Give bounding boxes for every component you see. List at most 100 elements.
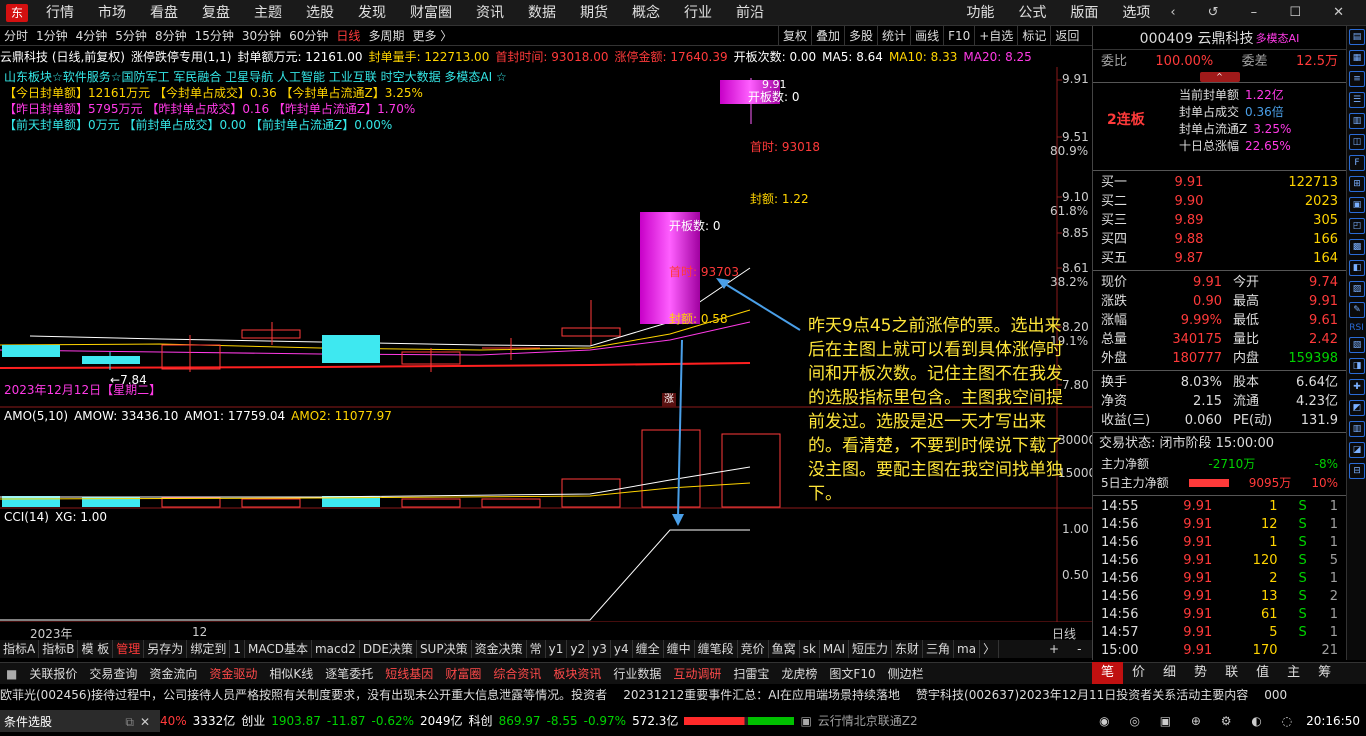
toolbar-button[interactable]: 标记 xyxy=(1017,26,1050,46)
period-tab[interactable]: 8分钟 xyxy=(151,26,191,46)
toolbar-button[interactable]: 画线 xyxy=(910,26,943,46)
function-button[interactable]: 互动调研 xyxy=(667,663,727,685)
indicator-tab[interactable]: 鱼窝 xyxy=(769,640,800,658)
toolbar-icon[interactable]: ✎ xyxy=(1349,302,1365,318)
indicator-tab[interactable]: 模 板 xyxy=(78,640,114,658)
indicator-tab[interactable]: 管理 xyxy=(113,640,145,658)
toolbar-icon[interactable]: ⊞ xyxy=(1349,176,1365,192)
close-icon[interactable]: ✕ xyxy=(140,710,150,734)
menu-item[interactable]: 发现 xyxy=(346,0,398,26)
indicator-tab[interactable]: DDE决策 xyxy=(360,640,417,658)
toolbar-icon[interactable]: ≡ xyxy=(1349,71,1365,87)
menu-item[interactable]: 资讯 xyxy=(464,0,516,26)
menu-item[interactable]: 行业 xyxy=(672,0,724,26)
period-tab[interactable]: 4分钟 xyxy=(72,26,112,46)
indicator-tab[interactable]: y2 xyxy=(567,640,590,658)
toolbar-icon[interactable]: ▥ xyxy=(1349,113,1365,129)
bid-row[interactable]: 买一 9.91 122713 xyxy=(1093,173,1346,192)
collapse-toggle[interactable]: ^ xyxy=(1093,72,1346,82)
toolbar-icon[interactable]: ◰ xyxy=(1349,218,1365,234)
indicator-tab[interactable]: 竞价 xyxy=(738,640,769,658)
menu-item[interactable]: 选项 xyxy=(1110,0,1162,26)
menu-item[interactable]: 功能 xyxy=(954,0,1006,26)
quote-tab[interactable]: 联 xyxy=(1216,662,1247,684)
toolbar-icon[interactable]: ⊟ xyxy=(1349,463,1365,479)
indicator-name[interactable]: 涨停跌停专用(1,1) xyxy=(131,47,231,67)
toolbar-icon[interactable]: ◨ xyxy=(1349,358,1365,374)
menu-item[interactable]: 看盘 xyxy=(138,0,190,26)
quote-tab[interactable]: 主 xyxy=(1278,662,1309,684)
toolbar-icon[interactable]: ▣ xyxy=(1349,197,1365,213)
toolbar-icon[interactable]: F xyxy=(1349,155,1365,171)
tick-list[interactable]: 14:55 9.91 1 S 1 14:56 9.91 12 S 1 14:56 9.91 1 S 1 14:… xyxy=(1093,496,1346,662)
remove-tab-icon[interactable]: - xyxy=(1068,640,1090,658)
toolbar-button[interactable]: 返回 xyxy=(1050,26,1083,46)
bid-row[interactable]: 买三 9.89 305 xyxy=(1093,211,1346,230)
stock-tag[interactable]: 多模态AI xyxy=(1256,30,1300,46)
indicator-tab[interactable]: 缠中 xyxy=(664,640,695,658)
menu-item[interactable]: 复盘 xyxy=(190,0,242,26)
menu-item[interactable]: 财富圈 xyxy=(398,0,464,26)
toolbar-icon[interactable]: ◫ xyxy=(1349,134,1365,150)
news-item[interactable]: 000 xyxy=(1264,686,1287,704)
indicator-tab[interactable]: ma xyxy=(954,640,981,658)
toolbar-icon[interactable]: ☰ xyxy=(1349,92,1365,108)
function-button[interactable]: 相似K线 xyxy=(263,663,319,685)
toolbar-icon[interactable]: ▦ xyxy=(1349,50,1365,66)
server-icon[interactable]: ▣ xyxy=(800,709,811,733)
indicator-tab[interactable]: SUP决策 xyxy=(417,640,472,658)
indicator-tab[interactable]: macd2 xyxy=(312,640,360,658)
news-item[interactable]: 赞宇科技(002637)2023年12月11日投资者关系活动主要内容 xyxy=(916,686,1248,704)
condition-panel-tab[interactable]: 条件选股 ⧉ ✕ xyxy=(0,710,160,732)
indicator-tab[interactable]: 〉 xyxy=(980,640,1000,658)
toolbar-icon[interactable]: ◪ xyxy=(1349,442,1365,458)
window-controls[interactable]: ‹ ↺ – ☐ ✕ xyxy=(1162,5,1366,20)
function-button[interactable]: 侧边栏 xyxy=(882,663,930,685)
add-tab-icon[interactable]: + xyxy=(1040,640,1068,658)
indicator-tab[interactable]: sk xyxy=(800,640,820,658)
period-tab[interactable]: 60分钟 xyxy=(285,26,332,46)
menu-item[interactable]: 前沿 xyxy=(724,0,776,26)
indicator-tab[interactable]: 资金决策 xyxy=(472,640,527,658)
indicator-tab[interactable]: 短压力 xyxy=(849,640,893,658)
function-button[interactable]: 资金驱动 xyxy=(203,663,263,685)
toolbar-icon[interactable]: ▤ xyxy=(1349,29,1365,45)
app-logo-icon[interactable]: 东 xyxy=(6,3,28,22)
indicator-tab[interactable]: 绑定到 xyxy=(187,640,231,658)
status-icons[interactable]: ◉ ◎ ▣ ⊕ ⚙ ◐ ◌ xyxy=(1099,709,1300,733)
quote-tab[interactable]: 势 xyxy=(1185,662,1216,684)
function-button[interactable]: 板块资讯 xyxy=(547,663,607,685)
quote-tab[interactable]: 价 xyxy=(1123,662,1154,684)
indicator-tab[interactable]: y4 xyxy=(611,640,633,658)
concept-list[interactable]: 山东板块☆软件服务☆国防军工 军民融合 卫星导航 人工智能 工业互联 时空大数据… xyxy=(4,69,507,85)
menu-item[interactable]: 主题 xyxy=(242,0,294,26)
period-tab[interactable]: 30分钟 xyxy=(238,26,285,46)
function-button[interactable]: 关联报价 xyxy=(23,663,83,685)
rsi-icon[interactable]: RSI xyxy=(1347,323,1366,333)
menu-item[interactable]: 行情 xyxy=(34,0,86,26)
indicator-tab[interactable]: 指标A xyxy=(0,640,40,658)
indicator-tab[interactable]: 1 xyxy=(230,640,245,658)
indicator-tab[interactable]: MACD基本 xyxy=(245,640,312,658)
menu-item[interactable]: 概念 xyxy=(620,0,672,26)
function-button[interactable]: 财富圈 xyxy=(439,663,487,685)
amo-title[interactable]: AMO(5,10) xyxy=(4,409,68,423)
function-button[interactable]: 扫雷宝 xyxy=(727,663,775,685)
period-tab[interactable]: 多周期 xyxy=(364,26,408,46)
menu-item[interactable]: 公式 xyxy=(1006,0,1058,26)
expand-icon[interactable]: ✚ xyxy=(1349,379,1365,395)
toolbar-button[interactable]: 复权 xyxy=(778,26,811,46)
bid-row[interactable]: 买五 9.87 164 xyxy=(1093,249,1346,268)
period-tab[interactable]: 15分钟 xyxy=(191,26,238,46)
function-button[interactable]: 资金流向 xyxy=(143,663,203,685)
period-tab[interactable]: 5分钟 xyxy=(111,26,151,46)
function-button[interactable]: 行业数据 xyxy=(607,663,667,685)
toolbar-icon[interactable]: ◩ xyxy=(1349,400,1365,416)
cci-title[interactable]: CCI(14) xyxy=(4,510,49,524)
toolbar-icon[interactable]: ▥ xyxy=(1349,421,1365,437)
toolbar-button[interactable]: 统计 xyxy=(877,26,910,46)
function-button[interactable]: 交易查询 xyxy=(83,663,143,685)
menu-item[interactable]: 市场 xyxy=(86,0,138,26)
function-button[interactable]: 图文F10 xyxy=(823,663,881,685)
period-tab[interactable]: 1分钟 xyxy=(32,26,72,46)
